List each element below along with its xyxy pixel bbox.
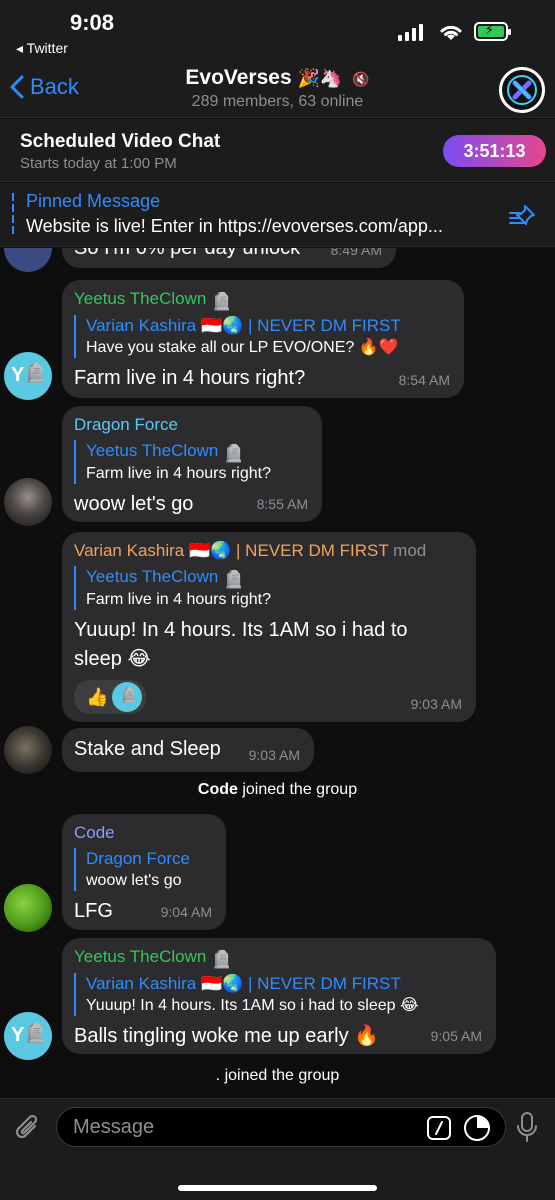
sender-tag: mod bbox=[393, 541, 427, 560]
tombstone-emoji: 🪦 bbox=[211, 292, 233, 311]
video-chat-countdown[interactable]: 3:51:13 bbox=[443, 135, 546, 167]
home-indicator[interactable] bbox=[178, 1185, 377, 1191]
pinned-list-icon[interactable] bbox=[507, 203, 537, 229]
tombstone-emoji: 🪦 bbox=[120, 687, 138, 703]
message-composer bbox=[0, 1098, 555, 1200]
reply-sender: Yeetus TheClown 🪦 bbox=[86, 441, 245, 463]
service-message: . joined the group bbox=[0, 1067, 555, 1085]
message-text: Balls tingling woke me up early 🔥 bbox=[74, 1025, 380, 1047]
message-text: Yuuup! In 4 hours. Its 1AM so i had to s… bbox=[74, 619, 408, 670]
bot-commands-icon[interactable] bbox=[426, 1115, 452, 1141]
message-time: 9:05 AM bbox=[430, 1028, 482, 1044]
avatar[interactable]: Y 🪦 bbox=[4, 1012, 52, 1060]
message-bubble[interactable]: Yeetus TheClown 🪦 Varian Kashira 🇮🇩🌏 | N… bbox=[62, 938, 496, 1054]
message-bubble[interactable]: So I'm 6% per day unlock 8:49 AM bbox=[62, 248, 396, 268]
chat-header: Back EvoVerses 🎉🦄 🔇 289 members, 63 onli… bbox=[0, 62, 555, 118]
message-time: 8:54 AM bbox=[398, 372, 450, 388]
reply-sender: Varian Kashira 🇮🇩🌏 | NEVER DM FIRST bbox=[86, 974, 401, 993]
message-time: 9:03 AM bbox=[248, 747, 300, 763]
reply-quote[interactable]: Yeetus TheClown 🪦 Farm live in 4 hours r… bbox=[74, 566, 464, 610]
avatar[interactable] bbox=[4, 248, 52, 272]
reply-text: woow let's go bbox=[86, 872, 182, 889]
group-logo-icon bbox=[507, 75, 537, 105]
message-time: 9:04 AM bbox=[160, 904, 212, 920]
tombstone-emoji: 🪦 bbox=[24, 363, 47, 383]
back-to-app-link[interactable]: ◂ Twitter bbox=[16, 40, 68, 57]
sender-name: Varian Kashira 🇮🇩🌏 | NEVER DM FIRST mod bbox=[74, 541, 427, 560]
group-avatar[interactable] bbox=[499, 67, 545, 113]
message-time: 8:55 AM bbox=[256, 496, 308, 512]
reply-text: Farm live in 4 hours right? bbox=[86, 591, 271, 608]
service-user[interactable]: Code bbox=[198, 781, 238, 798]
tombstone-emoji: 🪦 bbox=[223, 444, 245, 463]
status-time: 9:08 bbox=[70, 10, 115, 35]
message-text: Farm live in 4 hours right? bbox=[74, 367, 306, 389]
reply-quote[interactable]: Dragon Force woow let's go bbox=[74, 848, 214, 891]
muted-icon: 🔇 bbox=[352, 71, 370, 87]
reply-quote[interactable]: Yeetus TheClown 🪦 Farm live in 4 hours r… bbox=[74, 440, 310, 484]
message-text: Stake and Sleep bbox=[74, 738, 221, 760]
message-time: 8:49 AM bbox=[330, 248, 382, 258]
message-bubble[interactable]: Yeetus TheClown 🪦 Varian Kashira 🇮🇩🌏 | N… bbox=[62, 280, 464, 398]
scheduled-video-chat-bar[interactable]: Scheduled Video Chat Starts today at 1:0… bbox=[0, 119, 555, 182]
service-text: . joined the group bbox=[215, 1067, 340, 1084]
status-bar: 9:08 ◂ Twitter ⚡ bbox=[0, 0, 555, 62]
avatar-letter: Y bbox=[11, 1024, 25, 1046]
pinned-indicator bbox=[12, 193, 14, 237]
video-chat-title: Scheduled Video Chat bbox=[20, 131, 221, 152]
chat-title[interactable]: EvoVerses 🎉🦄 🔇 bbox=[0, 66, 555, 90]
message-list[interactable]: So I'm 6% per day unlock 8:49 AM Yeetus … bbox=[0, 248, 555, 1098]
tombstone-emoji: 🪦 bbox=[223, 570, 245, 589]
sender-name: Yeetus TheClown 🪦 bbox=[74, 289, 233, 311]
sender-name: Yeetus TheClown 🪦 bbox=[74, 947, 233, 969]
member-count: 289 members, 63 online bbox=[191, 93, 364, 110]
message-time: 9:03 AM bbox=[410, 696, 462, 712]
tombstone-emoji: 🪦 bbox=[211, 950, 233, 969]
sticker-icon[interactable] bbox=[463, 1114, 491, 1142]
message-text: So I'm 6% per day unlock bbox=[74, 248, 301, 259]
service-message: Code joined the group bbox=[0, 781, 555, 799]
wifi-icon bbox=[440, 25, 462, 40]
reply-text: Have you stake all our LP EVO/ONE? 🔥❤️ bbox=[86, 339, 399, 356]
pinned-text: Website is live! Enter in https://evover… bbox=[26, 216, 443, 236]
avatar[interactable]: Y 🪦 bbox=[4, 352, 52, 400]
reply-quote[interactable]: Varian Kashira 🇮🇩🌏 | NEVER DM FIRST Yuuu… bbox=[74, 973, 484, 1016]
avatar[interactable] bbox=[4, 478, 52, 526]
reply-text: Yuuup! In 4 hours. Its 1AM so i had to s… bbox=[86, 997, 419, 1014]
paperclip-icon[interactable] bbox=[13, 1112, 43, 1144]
reply-sender: Yeetus TheClown 🪦 bbox=[86, 567, 245, 589]
cellular-signal-icon bbox=[398, 24, 423, 41]
reply-sender: Varian Kashira 🇮🇩🌏 | NEVER DM FIRST bbox=[86, 316, 401, 335]
microphone-icon[interactable] bbox=[515, 1111, 539, 1143]
chat-title-text: EvoVerses bbox=[185, 66, 292, 89]
reaction-chip[interactable]: 👍 🪦 bbox=[74, 680, 147, 714]
pinned-title: Pinned Message bbox=[26, 191, 161, 211]
battery-icon: ⚡ bbox=[474, 22, 511, 41]
avatar[interactable] bbox=[4, 884, 52, 932]
reply-sender: Dragon Force bbox=[86, 849, 190, 868]
message-bubble[interactable]: Stake and Sleep 9:03 AM bbox=[62, 728, 314, 772]
title-emojis: 🎉🦄 bbox=[297, 68, 343, 88]
service-text: joined the group bbox=[237, 781, 358, 798]
reply-quote[interactable]: Varian Kashira 🇮🇩🌏 | NEVER DM FIRST Have… bbox=[74, 315, 452, 358]
avatar[interactable] bbox=[4, 726, 52, 774]
pinned-message-bar[interactable]: Pinned Message Website is live! Enter in… bbox=[0, 183, 555, 247]
avatar-letter: Y bbox=[11, 364, 25, 386]
tombstone-emoji: 🪦 bbox=[24, 1023, 47, 1043]
message-bubble[interactable]: Code Dragon Force woow let's go LFG 9:04… bbox=[62, 814, 226, 930]
avatar: 🪦 bbox=[112, 682, 143, 712]
thumbs-up-icon: 👍 bbox=[86, 686, 109, 707]
message-bubble[interactable]: Varian Kashira 🇮🇩🌏 | NEVER DM FIRST mod … bbox=[62, 532, 476, 722]
message-bubble[interactable]: Dragon Force Yeetus TheClown 🪦 Farm live… bbox=[62, 406, 322, 522]
sender-name: Dragon Force bbox=[74, 415, 178, 434]
sender-name: Code bbox=[74, 823, 115, 842]
reply-text: Farm live in 4 hours right? bbox=[86, 465, 271, 482]
video-chat-start-time: Starts today at 1:00 PM bbox=[20, 155, 177, 172]
